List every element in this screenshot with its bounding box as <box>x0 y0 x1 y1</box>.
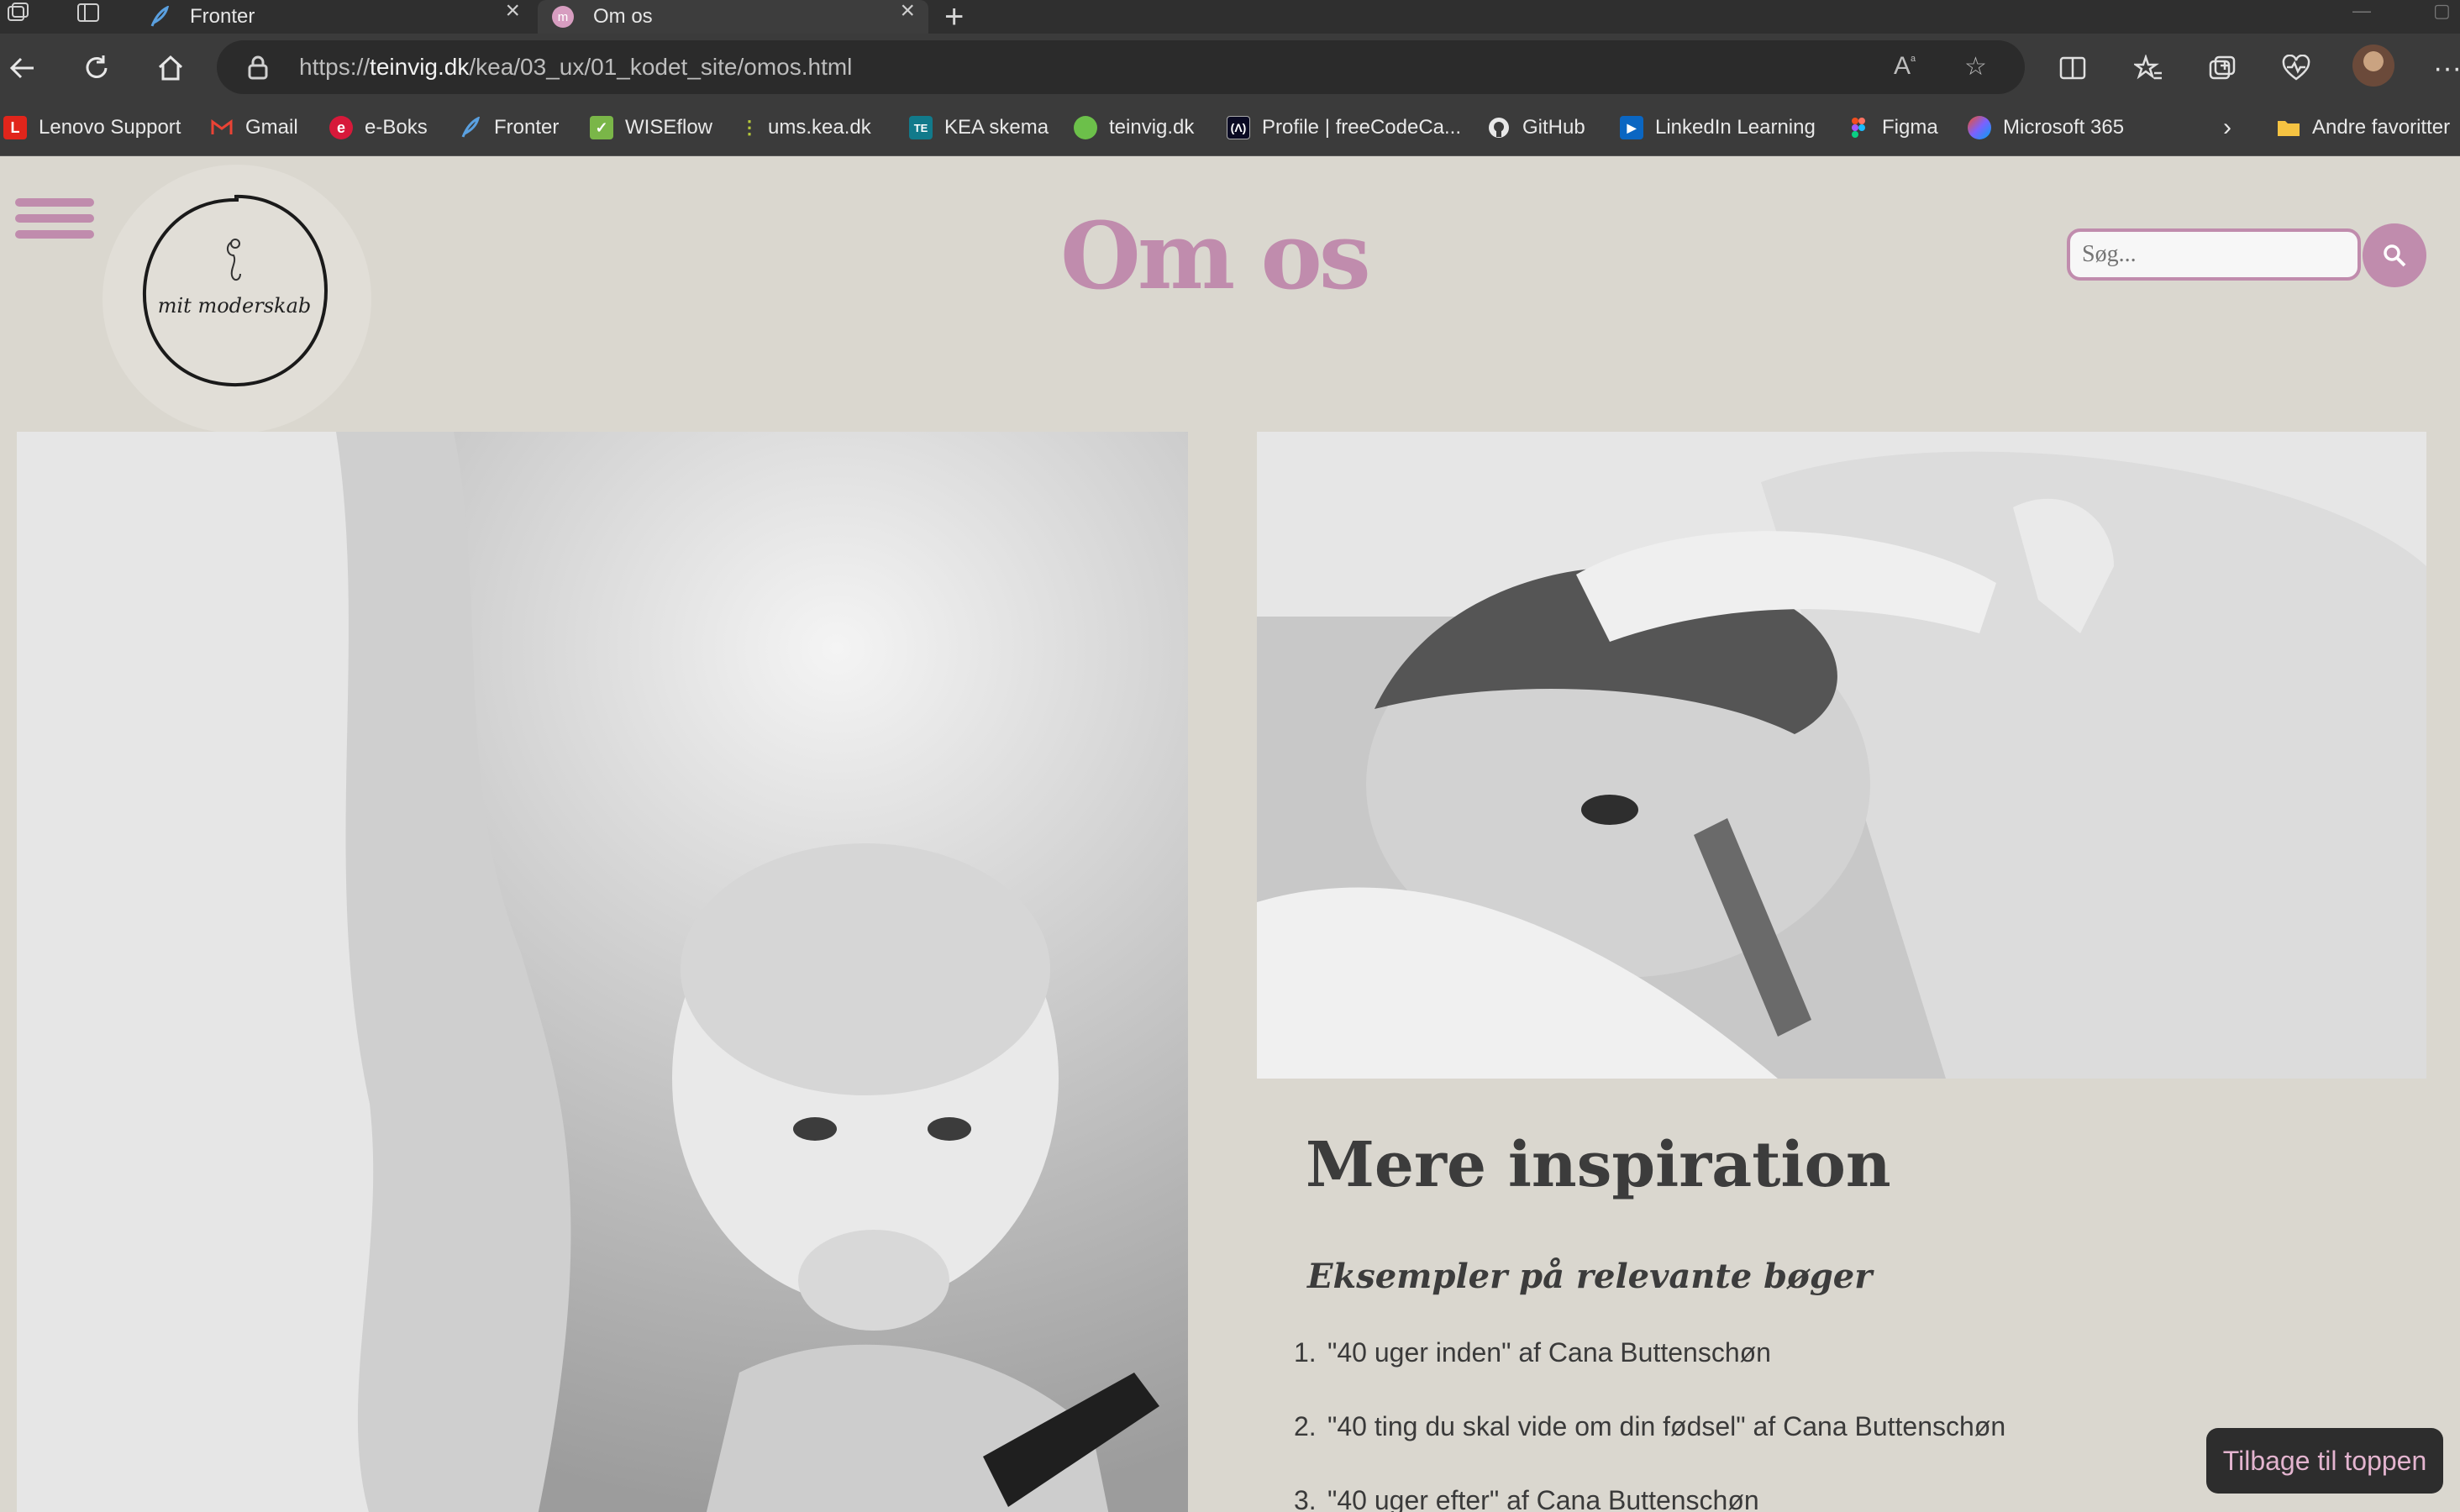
search-input[interactable] <box>2067 228 2361 281</box>
home-icon[interactable] <box>151 49 190 87</box>
bookmark-linkedin-learning[interactable]: ▶ LinkedIn Learning <box>1620 113 1816 143</box>
hamburger-menu-icon[interactable] <box>15 198 94 242</box>
browser-tab-bar: Fronter × m Om os × + — ▢ <box>0 0 2460 36</box>
bookmark-kea-skema[interactable]: TE KEA skema <box>909 113 1049 143</box>
search-icon <box>2384 244 2406 267</box>
bookmark-gmail[interactable]: Gmail <box>210 113 298 143</box>
more-options-icon[interactable]: ··· <box>2428 49 2460 87</box>
favorite-star-icon[interactable]: ☆ <box>1964 52 1987 81</box>
list-item: 1. "40 uger inden" af Cana Buttenschøn <box>1294 1337 1771 1368</box>
split-screen-icon[interactable] <box>2053 49 2092 87</box>
freecodecamp-icon: (Λ) <box>1227 116 1250 139</box>
lock-icon[interactable] <box>247 55 269 84</box>
bookmark-microsoft-365[interactable]: Microsoft 365 <box>1968 113 2124 143</box>
bookmark-freecodecamp[interactable]: (Λ) Profile | freeCodeCa... <box>1227 113 1461 143</box>
gmail-icon <box>210 116 234 139</box>
tab-title: Om os <box>593 5 653 28</box>
tab-title: Fronter <box>190 5 255 28</box>
logo-circle-icon <box>142 194 329 387</box>
photo-mother-and-baby <box>17 432 1188 1512</box>
browser-toolbar: https://teinvig.dk/kea/03_ux/01_kodet_si… <box>0 34 2460 101</box>
close-tab-icon[interactable]: × <box>900 0 915 24</box>
bookmark-fronter[interactable]: Fronter <box>459 113 559 143</box>
inspiration-heading: Mere inspiration <box>1306 1129 1891 1201</box>
close-tab-icon[interactable]: × <box>505 0 520 24</box>
browser-essentials-icon[interactable] <box>2277 49 2315 87</box>
workspaces-icon[interactable] <box>5 2 39 27</box>
vertical-tabs-icon[interactable] <box>76 2 109 27</box>
green-dot-icon <box>1074 116 1097 139</box>
bookmark-github[interactable]: GitHub <box>1487 113 1585 143</box>
bookmark-e-boks[interactable]: e e-Boks <box>329 113 428 143</box>
figma-icon <box>1847 116 1870 139</box>
folder-icon <box>2277 116 2300 139</box>
github-icon <box>1487 116 1511 139</box>
te-icon: TE <box>909 116 933 139</box>
maximize-icon[interactable]: ▢ <box>2433 0 2451 22</box>
minimize-icon[interactable]: — <box>2352 0 2371 22</box>
search-button[interactable] <box>2363 223 2426 287</box>
collections-icon[interactable] <box>2203 49 2242 87</box>
inspiration-subheading: Eksempler på relevante bøger <box>1307 1257 1873 1296</box>
profile-avatar[interactable] <box>2352 45 2394 87</box>
eboks-icon: e <box>329 116 353 139</box>
microsoft365-icon <box>1968 116 1991 139</box>
svg-text:m: m <box>558 10 569 24</box>
list-item: 3. "40 uger efter" af Cana Buttenschøn <box>1294 1485 1759 1512</box>
back-icon[interactable] <box>3 49 42 87</box>
wiseflow-icon: ✓ <box>590 116 613 139</box>
tab-om-os[interactable]: m Om os × <box>538 0 928 34</box>
bookmark-figma[interactable]: Figma <box>1847 113 1938 143</box>
web-page: mit moderskab Om os Søg... Mere inspirat… <box>0 156 2460 1512</box>
lenovo-icon: L <box>3 116 27 139</box>
book-list: 1. "40 uger inden" af Cana Buttenschøn 2.… <box>1294 1337 2005 1512</box>
fronter-feather-icon <box>148 5 171 29</box>
url-text[interactable]: https://teinvig.dk/kea/03_ux/01_kodet_si… <box>299 54 852 81</box>
fronter-feather-icon <box>459 116 482 139</box>
bookmark-folder-other-favorites[interactable]: Andre favoritter <box>2277 113 2450 143</box>
site-logo[interactable]: mit moderskab <box>138 192 331 390</box>
favorites-icon[interactable] <box>2129 49 2168 87</box>
bookmark-ums-kea[interactable]: ⋮ ums.kea.dk <box>740 113 871 143</box>
bookmark-lenovo-support[interactable]: L Lenovo Support <box>3 113 181 143</box>
photo-newborn-on-chest <box>1257 432 2426 1079</box>
bookmarks-overflow-chevron-icon[interactable]: › <box>2223 113 2231 143</box>
bookmark-teinvig[interactable]: teinvig.dk <box>1074 113 1194 143</box>
tab-fronter[interactable]: Fronter × <box>134 0 534 34</box>
dots-icon: ⋮ <box>740 117 759 138</box>
address-bar[interactable]: https://teinvig.dk/kea/03_ux/01_kodet_si… <box>217 40 2025 94</box>
list-item: 2. "40 ting du skal vide om din fødsel" a… <box>1294 1411 2006 1441</box>
linkedin-learning-icon: ▶ <box>1620 116 1643 139</box>
read-aloud-icon[interactable]: Aᵃ <box>1894 52 1916 81</box>
page-title: Om os <box>1060 202 1371 310</box>
mit-moderskab-favicon: m <box>551 5 575 29</box>
refresh-icon[interactable] <box>77 49 116 87</box>
logo-text: mit moderskab <box>157 294 312 318</box>
bookmarks-bar: L Lenovo Support Gmail e e-Boks Fronter … <box>0 101 2460 156</box>
bookmark-wiseflow[interactable]: ✓ WISEflow <box>590 113 712 143</box>
new-tab-icon[interactable]: + <box>944 0 964 36</box>
back-to-top-button[interactable]: Tilbage til toppen <box>2206 1428 2443 1494</box>
